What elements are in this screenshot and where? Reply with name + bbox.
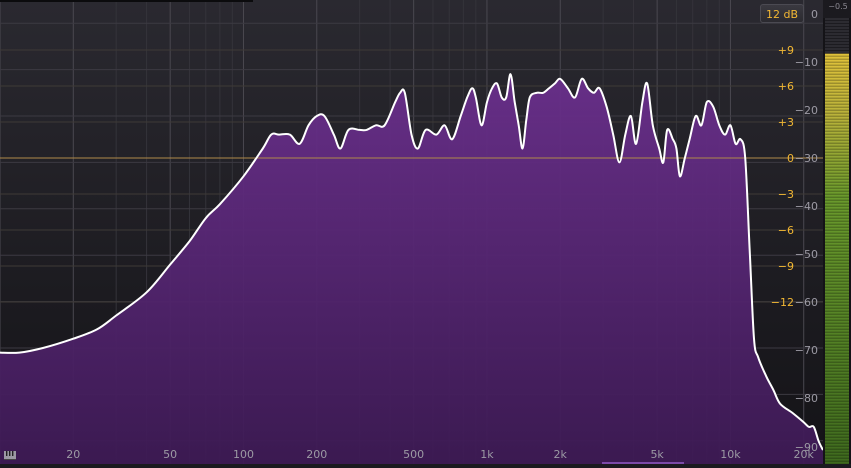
db-label: −60: [795, 296, 818, 309]
frequency-label: 200: [306, 448, 327, 461]
gain-label: +6: [778, 80, 794, 93]
gain-label: −12: [771, 296, 794, 309]
db-label: −80: [795, 392, 818, 405]
db-label: −30: [795, 152, 818, 165]
db-label: 0: [811, 8, 818, 21]
gain-label: −9: [778, 260, 794, 273]
range-button[interactable]: 12 dB: [760, 4, 804, 23]
frequency-label: 20k: [794, 448, 815, 461]
gain-label: −3: [778, 188, 794, 201]
db-label: −50: [795, 248, 818, 261]
piano-keys-icon[interactable]: [4, 451, 16, 460]
frequency-label: 10k: [720, 448, 741, 461]
db-label: −70: [795, 344, 818, 357]
frequency-label: 1k: [480, 448, 494, 461]
db-label: −40: [795, 200, 818, 213]
frequency-label: 2k: [554, 448, 568, 461]
gain-label: +3: [778, 116, 794, 129]
db-label: −20: [795, 104, 818, 117]
spectrum-analyzer[interactable]: +9 +6 +3 0 −3 −6 −9 −12 0 −10 −20 −30 −40 −50 −60 −70 −…: [0, 0, 851, 464]
db-label: −10: [795, 56, 818, 69]
gain-label: +9: [778, 44, 794, 57]
gain-label: −6: [778, 224, 794, 237]
frequency-label: 50: [163, 448, 177, 461]
top-strip: [0, 0, 253, 2]
gain-label: 0: [787, 152, 794, 165]
frequency-label: 20: [66, 448, 80, 461]
level-meter: [823, 18, 851, 464]
frequency-label: 500: [403, 448, 424, 461]
frequency-label: 5k: [650, 448, 664, 461]
peak-readout: −0.5: [826, 2, 850, 11]
frequency-label: 100: [233, 448, 254, 461]
